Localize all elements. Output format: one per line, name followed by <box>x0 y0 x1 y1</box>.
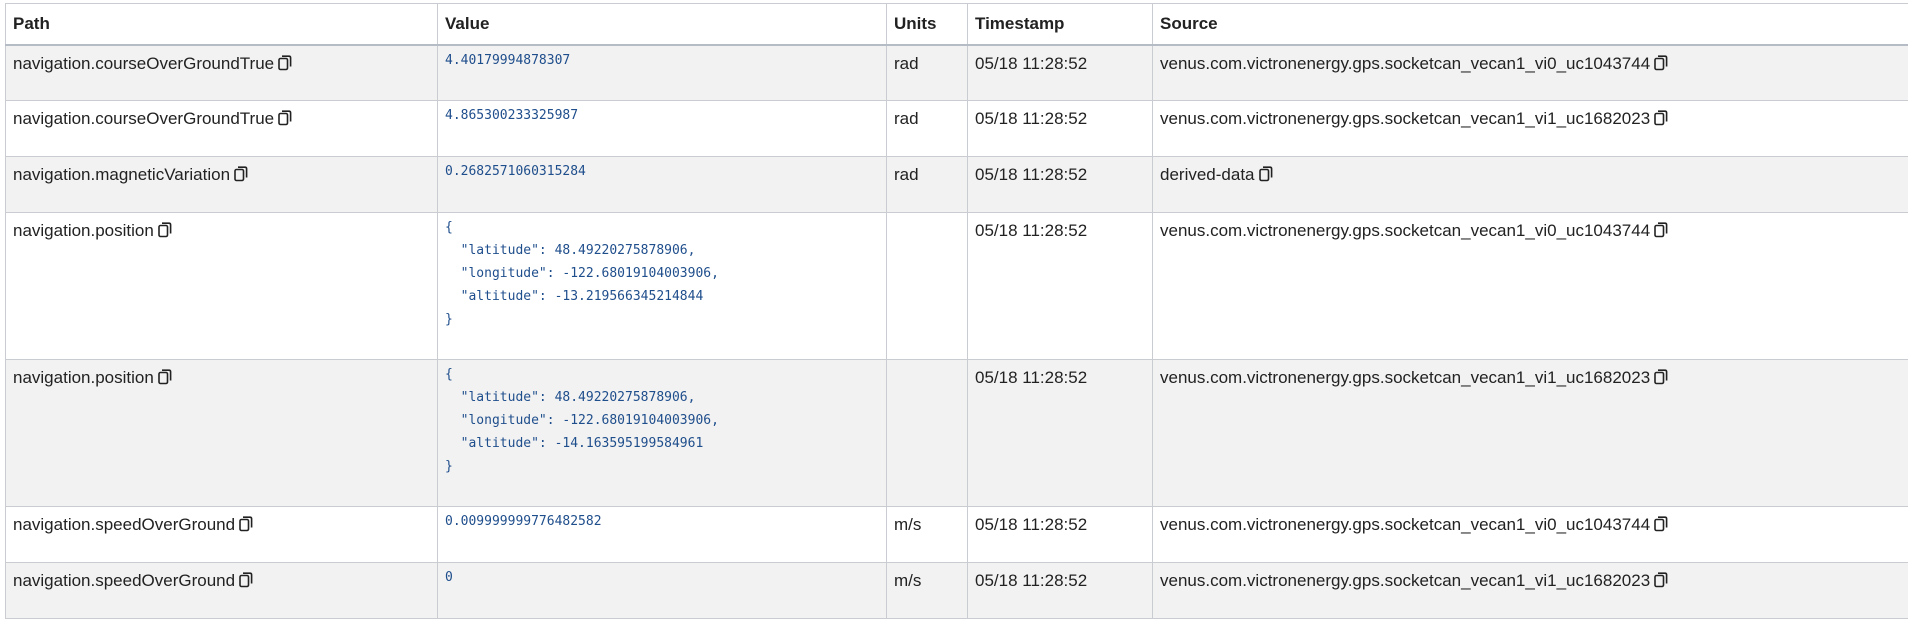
path-text: navigation.position <box>13 221 154 240</box>
timestamp-cell: 05/18 11:28:52 <box>967 44 1153 101</box>
units-cell: rad <box>886 44 968 101</box>
path-cell: navigation.magneticVariation <box>5 156 438 213</box>
source-cell: venus.com.victronenergy.gps.socketcan_ve… <box>1152 562 1908 619</box>
source-text: venus.com.victronenergy.gps.socketcan_ve… <box>1160 515 1651 534</box>
timestamp-cell: 05/18 11:28:52 <box>967 156 1153 213</box>
copy-icon[interactable] <box>1654 516 1668 532</box>
path-cell: navigation.position <box>5 359 438 507</box>
copy-icon[interactable] <box>1654 572 1668 588</box>
path-text: navigation.position <box>13 368 154 387</box>
table-row: navigation.speedOverGround 0.00999999977… <box>5 506 1908 563</box>
table-row: navigation.position { "latitude": 48.492… <box>5 359 1908 507</box>
path-text: navigation.speedOverGround <box>13 515 236 534</box>
copy-icon[interactable] <box>1654 222 1668 238</box>
units-cell <box>886 359 968 507</box>
table-row: navigation.magneticVariation 0.268257106… <box>5 156 1908 213</box>
header-row: Path Value Units Timestamp Source <box>5 3 1908 46</box>
units-cell: m/s <box>886 506 968 563</box>
copy-icon[interactable] <box>158 222 172 238</box>
table-body: navigation.courseOverGroundTrue 4.401799… <box>5 44 1908 619</box>
copy-icon[interactable] <box>1258 166 1273 182</box>
source-text: venus.com.victronenergy.gps.socketcan_ve… <box>1160 109 1651 128</box>
value-cell: 0.2682571060315284 <box>437 156 887 213</box>
copy-icon[interactable] <box>278 54 292 71</box>
path-text: navigation.magneticVariation <box>13 165 231 184</box>
header-timestamp[interactable]: Timestamp <box>967 3 1153 46</box>
table-row: navigation.position { "latitude": 48.492… <box>5 212 1908 360</box>
units-cell: rad <box>886 100 968 157</box>
table-header: Path Value Units Timestamp Source <box>5 3 1908 46</box>
timestamp-cell: 05/18 11:28:52 <box>967 506 1153 563</box>
source-cell: venus.com.victronenergy.gps.socketcan_ve… <box>1152 212 1908 360</box>
units-cell: rad <box>886 156 968 213</box>
path-text: navigation.speedOverGround <box>13 571 236 590</box>
path-cell: navigation.courseOverGroundTrue <box>5 44 438 101</box>
copy-icon[interactable] <box>278 110 292 126</box>
table-row: navigation.courseOverGroundTrue 4.401799… <box>5 44 1908 101</box>
timestamp-cell: 05/18 11:28:52 <box>967 100 1153 157</box>
value-cell: 4.865300233325987 <box>437 100 887 157</box>
value-cell: { "latitude": 48.49220275878906, "longit… <box>437 359 887 507</box>
source-cell: venus.com.victronenergy.gps.socketcan_ve… <box>1152 506 1908 563</box>
header-source[interactable]: Source <box>1152 3 1908 46</box>
table-row: navigation.courseOverGroundTrue 4.865300… <box>5 100 1908 157</box>
header-units[interactable]: Units <box>886 3 968 46</box>
value-cell: 0.009999999776482582 <box>437 506 887 563</box>
timestamp-cell: 05/18 11:28:52 <box>967 212 1153 360</box>
path-text: navigation.courseOverGroundTrue <box>13 109 275 128</box>
copy-icon[interactable] <box>1654 369 1668 385</box>
source-cell: venus.com.victronenergy.gps.socketcan_ve… <box>1152 100 1908 157</box>
source-text: venus.com.victronenergy.gps.socketcan_ve… <box>1160 53 1651 73</box>
table-row: navigation.speedOverGround 0 m/s 05/18 1… <box>5 562 1908 619</box>
path-text: navigation.courseOverGroundTrue <box>13 53 275 73</box>
path-cell: navigation.speedOverGround <box>5 506 438 563</box>
data-table: Path Value Units Timestamp Source naviga… <box>5 3 1908 619</box>
source-cell: derived-data <box>1152 156 1908 213</box>
source-text: venus.com.victronenergy.gps.socketcan_ve… <box>1160 368 1651 387</box>
value-cell: 0 <box>437 562 887 619</box>
units-cell: m/s <box>886 562 968 619</box>
source-text: derived-data <box>1160 165 1255 184</box>
timestamp-cell: 05/18 11:28:52 <box>967 562 1153 619</box>
copy-icon[interactable] <box>1654 110 1668 126</box>
source-text: venus.com.victronenergy.gps.socketcan_ve… <box>1160 221 1651 240</box>
copy-icon[interactable] <box>1654 54 1668 71</box>
path-cell: navigation.speedOverGround <box>5 562 438 619</box>
source-cell: venus.com.victronenergy.gps.socketcan_ve… <box>1152 44 1908 101</box>
path-cell: navigation.position <box>5 212 438 360</box>
copy-icon[interactable] <box>158 369 172 385</box>
value-cell: 4.40179994878307 <box>437 44 887 101</box>
timestamp-cell: 05/18 11:28:52 <box>967 359 1153 507</box>
copy-icon[interactable] <box>239 572 253 588</box>
source-cell: venus.com.victronenergy.gps.socketcan_ve… <box>1152 359 1908 507</box>
units-cell <box>886 212 968 360</box>
copy-icon[interactable] <box>234 166 248 182</box>
path-cell: navigation.courseOverGroundTrue <box>5 100 438 157</box>
header-value[interactable]: Value <box>437 3 887 46</box>
value-cell: { "latitude": 48.49220275878906, "longit… <box>437 212 887 360</box>
copy-icon[interactable] <box>239 516 253 532</box>
source-text: venus.com.victronenergy.gps.socketcan_ve… <box>1160 571 1651 590</box>
header-path[interactable]: Path <box>5 3 438 46</box>
